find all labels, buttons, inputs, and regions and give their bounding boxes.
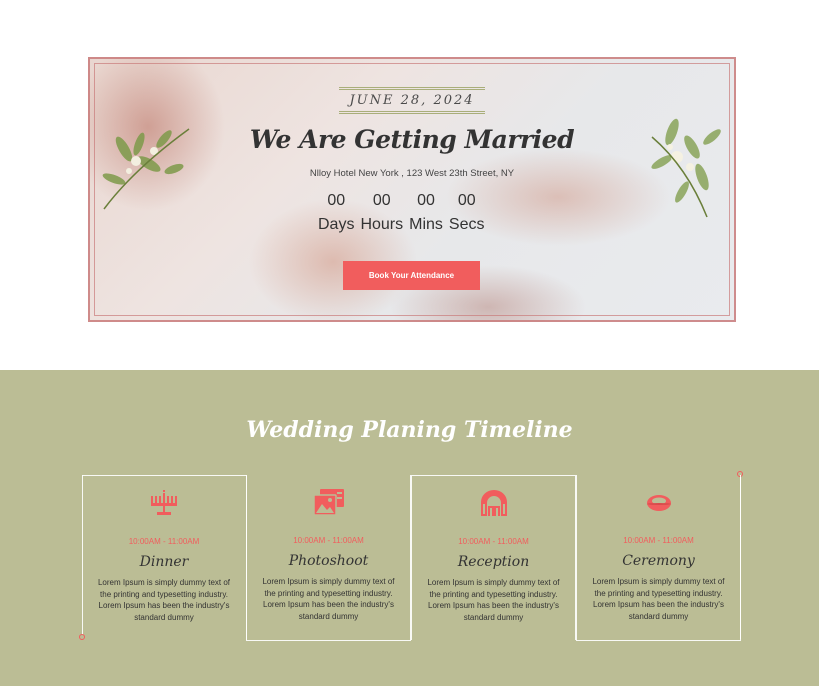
photo-gallery-icon (247, 489, 410, 515)
countdown-mins-value: 00 (417, 192, 435, 209)
countdown-secs: 00 Secs (446, 191, 488, 239)
countdown-days: 00 Days (315, 191, 357, 239)
timeline-item-title: Reception (457, 554, 530, 570)
countdown-hours-value: 00 (372, 192, 391, 209)
wedding-timeline-section: Wedding Planing Timeline 10:00AM - 11:00… (0, 370, 819, 686)
timeline-cards: 10:00AM - 11:00AM Dinner Lorem Ipsum is … (0, 370, 819, 686)
event-address: Nlloy Hotel New York , 123 West 23th Str… (309, 168, 515, 179)
timeline-time: 10:00AM - 11:00AM (623, 536, 694, 545)
event-date-wrapper: JUNE 28, 2024 (88, 87, 736, 114)
timeline-time: 10:00AM - 11:00AM (458, 537, 529, 546)
countdown-days-label: Days (318, 216, 355, 233)
arch-gate-icon (412, 490, 575, 516)
timeline-item-description: Lorem Ipsum is simply dummy text of the … (97, 578, 231, 623)
countdown-secs-label: Secs (448, 216, 485, 233)
timeline-item-description: Lorem Ipsum is simply dummy text of the … (262, 577, 395, 622)
menorah-icon (82, 490, 246, 516)
countdown-secs-value: 00 (457, 192, 476, 209)
timeline-card-reception: 10:00AM - 11:00AM Reception Lorem Ipsum … (411, 475, 576, 640)
hero-banner: JUNE 28, 2024 We Are Getting Married Nll… (88, 57, 736, 322)
hero-headline: We Are Getting Married (249, 125, 575, 154)
book-attendance-button[interactable]: Book Your Attendance (343, 261, 480, 290)
countdown-days-value: 00 (327, 192, 346, 209)
timeline-time: 10:00AM - 11:00AM (293, 536, 364, 545)
timeline-item-title: Dinner (139, 554, 189, 570)
timeline-card-photoshoot: 10:00AM - 11:00AM Photoshoot Lorem Ipsum… (246, 475, 411, 641)
timeline-item-description: Lorem Ipsum is simply dummy text of the … (427, 578, 560, 623)
countdown-mins-label: Mins (409, 216, 443, 233)
timeline-item-title: Ceremony (622, 553, 695, 569)
timeline-card-dinner: 10:00AM - 11:00AM Dinner Lorem Ipsum is … (82, 475, 247, 640)
ring-icon (577, 489, 740, 515)
timeline-time: 10:00AM - 11:00AM (128, 537, 200, 546)
event-date: JUNE 28, 2024 (339, 87, 485, 114)
countdown-timer: 00 Days 00 Hours 00 Mins 00 Secs (315, 191, 488, 239)
timeline-card-ceremony: 10:00AM - 11:00AM Ceremony Lorem Ipsum i… (576, 475, 741, 641)
countdown-mins: 00 Mins (406, 191, 446, 239)
countdown-hours: 00 Hours (357, 191, 406, 239)
countdown-hours-label: Hours (360, 216, 404, 233)
timeline-item-title: Photoshoot (288, 553, 369, 569)
timeline-item-description: Lorem Ipsum is simply dummy text of the … (592, 577, 725, 622)
